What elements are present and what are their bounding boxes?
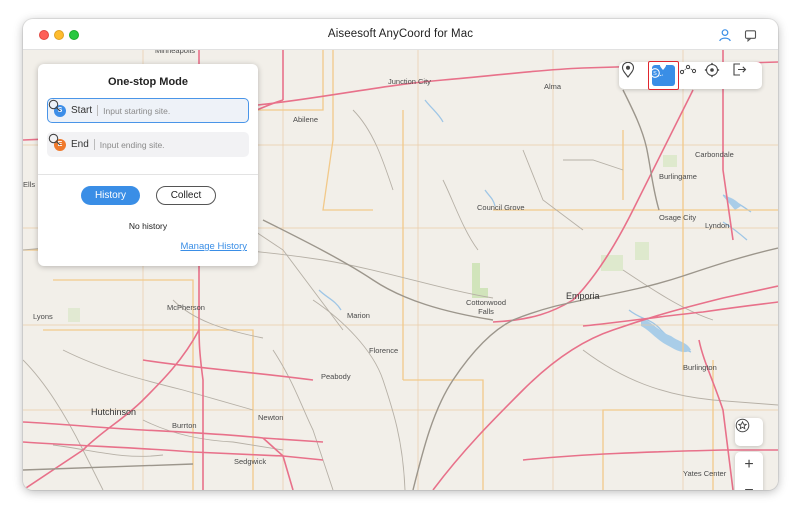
map-label-newton: Newton bbox=[258, 413, 284, 422]
panel-divider bbox=[38, 174, 258, 175]
empty-history-text: No history bbox=[128, 221, 168, 231]
map-label-marion: Marion bbox=[347, 311, 370, 320]
title-bar: Aiseesoft AnyCoord for Mac bbox=[23, 19, 778, 50]
history-tab[interactable]: History bbox=[81, 186, 140, 205]
map-view[interactable]: Minneapolis Junction City Alma Abilene C… bbox=[23, 46, 778, 490]
app-window: Aiseesoft AnyCoord for Mac Minneapolis J… bbox=[23, 19, 778, 490]
end-label: End bbox=[71, 139, 89, 150]
map-label-cottonwood-falls: Cottonwood Falls bbox=[466, 298, 507, 316]
map-label-burlington: Burlington bbox=[683, 363, 717, 372]
start-field[interactable]: S Start bbox=[47, 98, 249, 123]
window-title: Aiseesoft AnyCoord for Mac bbox=[327, 28, 474, 40]
map-label-mcpherson: McPherson bbox=[167, 303, 205, 312]
map-label-lyons: Lyons bbox=[33, 312, 53, 321]
map-label-junction-city: Junction City bbox=[388, 77, 431, 86]
map-label-peabody: Peabody bbox=[321, 372, 351, 381]
manage-history-link[interactable]: Manage History bbox=[180, 241, 247, 252]
map-label-council-grove: Council Grove bbox=[477, 203, 525, 212]
one-stop-mode-button[interactable]: S bbox=[648, 61, 679, 90]
map-label-ellsworth: Ells bbox=[23, 180, 36, 189]
field-separator bbox=[93, 139, 95, 150]
one-stop-mode-icon: S bbox=[650, 62, 675, 86]
one-stop-panel: One-stop Mode S Start E End History Coll… bbox=[38, 64, 258, 266]
map-label-emporia: Emporia bbox=[566, 291, 600, 301]
panel-title: One-stop Mode bbox=[107, 76, 189, 88]
search-icon[interactable] bbox=[48, 99, 61, 112]
zoom-control: + − bbox=[735, 452, 763, 490]
modify-location-icon[interactable] bbox=[621, 62, 648, 89]
map-label-hutchinson: Hutchinson bbox=[91, 407, 137, 417]
map-label-carbondale: Carbondale bbox=[695, 150, 734, 159]
map-label-abilene: Abilene bbox=[293, 115, 319, 124]
favorites-button[interactable] bbox=[735, 418, 763, 446]
map-label-alma: Alma bbox=[544, 82, 562, 91]
star-pin-icon bbox=[735, 418, 750, 433]
exit-icon[interactable] bbox=[732, 62, 759, 89]
start-label: Start bbox=[71, 105, 93, 116]
user-icon[interactable] bbox=[716, 26, 734, 44]
map-label-sedgwick: Sedgwick bbox=[234, 457, 267, 466]
field-separator bbox=[97, 105, 99, 116]
svg-text:S: S bbox=[653, 71, 657, 77]
collect-tab[interactable]: Collect bbox=[156, 186, 216, 205]
joystick-mode-icon[interactable] bbox=[704, 62, 731, 89]
end-input[interactable] bbox=[99, 139, 218, 150]
end-field[interactable]: E End bbox=[47, 132, 249, 157]
zoom-in-button[interactable]: + bbox=[735, 452, 763, 478]
map-label-burlingame: Burlingame bbox=[659, 172, 697, 181]
search-icon[interactable] bbox=[48, 133, 61, 146]
multi-stop-mode-icon[interactable] bbox=[679, 62, 706, 89]
feedback-icon[interactable] bbox=[741, 26, 759, 44]
mode-toolbar: S bbox=[619, 61, 762, 90]
zoom-out-button[interactable]: − bbox=[735, 478, 763, 490]
map-label-florence: Florence bbox=[369, 346, 399, 355]
map-label-yates-center: Yates Center bbox=[683, 469, 727, 478]
start-input[interactable] bbox=[103, 105, 222, 116]
map-label-lyndon: Lyndon bbox=[705, 221, 730, 230]
map-label-osage-city: Osage City bbox=[659, 213, 697, 222]
map-label-burrton: Burrton bbox=[172, 421, 197, 430]
